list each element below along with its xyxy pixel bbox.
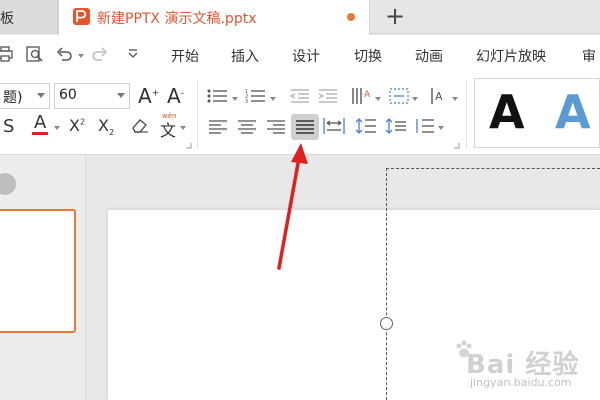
annotation-arrow-icon [277,143,308,270]
watermark-url: jingyan.baidu.com [470,376,572,389]
app-window: 板 新建PPTX 演示文稿.pptx + 开始 插入 设计 切换 动画 幻灯片放… [0,0,600,400]
